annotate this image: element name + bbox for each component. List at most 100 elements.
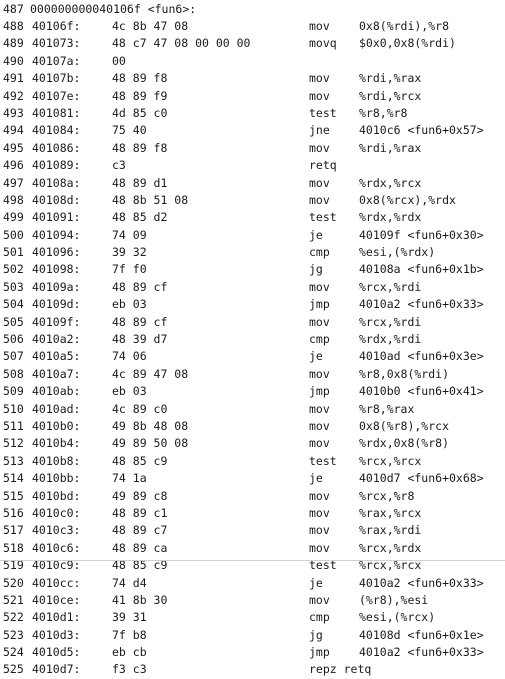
opcode-bytes: f3 c3 [112, 662, 147, 677]
address: 4010cc: [32, 575, 81, 590]
line-number: 512 [3, 436, 24, 451]
opcode-bytes: 4c 8b 47 08 [112, 19, 189, 33]
function-header: 487 000000000040106f <fun6>: [0, 0, 505, 18]
opcode-bytes: 48 89 f9 [112, 88, 168, 103]
mnemonic: je [309, 227, 323, 242]
opcode-bytes: eb 03 [112, 297, 147, 312]
address: 4010b8: [32, 453, 81, 468]
instruction-row: 493 401081: 4d 85 c0 test %r8,%r8 [0, 105, 505, 122]
instruction-row: 523 4010d3: 7f b8 jg 40108d <fun6+0x1e> [0, 627, 505, 644]
operands: 4010a2 <fun6+0x33> [359, 297, 484, 312]
opcode-bytes: 48 89 cf [112, 314, 168, 329]
operands: 0x8(%rdi),%r8 [359, 19, 450, 33]
line-number: 495 [3, 140, 24, 155]
instruction-row: 513 4010b8: 48 85 c9 test %rcx,%rcx [0, 453, 505, 470]
instruction-row: 524 4010d5: eb cb jmp 4010a2 <fun6+0x33> [0, 644, 505, 661]
opcode-bytes: 74 d4 [112, 575, 147, 590]
instruction-row: 522 4010d1: 39 31 cmp %esi,(%rcx) [0, 609, 505, 626]
line-number: 488 [3, 19, 24, 33]
line-number: 503 [3, 279, 24, 294]
line-number: 502 [3, 262, 24, 277]
operands: %r8,0x8(%rdi) [359, 366, 450, 381]
address: 401084: [32, 123, 81, 138]
function-label: 000000000040106f <fun6>: [30, 2, 197, 16]
address: 40107b: [32, 71, 81, 86]
operands: %rcx,%rcx [359, 453, 422, 468]
instruction-row: 491 40107b: 48 89 f8 mov %rdi,%rax [0, 70, 505, 87]
mnemonic: cmp [309, 245, 330, 260]
operands: %rdi,%rax [359, 71, 422, 86]
opcode-bytes: 48 85 d2 [112, 210, 168, 225]
opcode-bytes: 41 8b 30 [112, 592, 168, 607]
address: 4010c0: [32, 505, 81, 520]
opcode-bytes: 75 40 [112, 123, 147, 138]
operands: 4010ad <fun6+0x3e> [359, 349, 484, 364]
mnemonic: mov [309, 488, 330, 503]
address: 4010b4: [32, 436, 81, 451]
address: 4010c3: [32, 523, 81, 538]
address: 4010bd: [32, 488, 81, 503]
operands: %esi,(%rdx) [359, 245, 436, 260]
opcode-bytes: 48 89 f8 [112, 140, 168, 155]
mnemonic: test [309, 105, 337, 120]
address: 401091: [32, 210, 81, 225]
header-line-number: 487 [3, 2, 24, 16]
operands: %rdx,%rdx [359, 210, 422, 225]
mnemonic: repz retq [309, 662, 372, 677]
instruction-row: 511 4010b0: 49 8b 48 08 mov 0x8(%r8),%rcx [0, 418, 505, 435]
address: 401073: [32, 36, 81, 51]
line-number: 522 [3, 610, 24, 625]
line-number: 490 [3, 53, 24, 68]
address: 4010ce: [32, 592, 81, 607]
mnemonic: mov [309, 418, 330, 433]
opcode-bytes: eb cb [112, 645, 147, 660]
line-number: 489 [3, 36, 24, 51]
address: 4010ab: [32, 384, 81, 399]
operands: (%r8),%esi [359, 592, 429, 607]
instruction-row: 492 40107e: 48 89 f9 mov %rdi,%rcx [0, 88, 505, 105]
mnemonic: mov [309, 436, 330, 451]
opcode-bytes: 39 31 [112, 610, 147, 625]
line-number: 516 [3, 505, 24, 520]
opcode-bytes: 4c 89 47 08 [112, 366, 189, 381]
instruction-row: 515 4010bd: 49 89 c8 mov %rcx,%r8 [0, 488, 505, 505]
address: 4010d1: [32, 610, 81, 625]
operands: $0x0,0x8(%rdi) [359, 36, 456, 51]
address: 401098: [32, 262, 81, 277]
line-number: 525 [3, 662, 24, 677]
address: 401089: [32, 158, 81, 173]
opcode-bytes: 48 8b 51 08 [112, 192, 189, 207]
instruction-rows: 488 40106f: 4c 8b 47 08 mov 0x8(%rdi),%r8 489… [0, 18, 505, 679]
instruction-row: 518 4010c6: 48 89 ca mov %rcx,%rdx [0, 540, 505, 557]
line-number: 507 [3, 349, 24, 364]
instruction-row: 516 4010c0: 48 89 c1 mov %rax,%rcx [0, 505, 505, 522]
instruction-row: 517 4010c3: 48 89 c7 mov %rax,%rdi [0, 522, 505, 539]
address: 40106f: [32, 19, 81, 33]
opcode-bytes: 48 89 c7 [112, 523, 168, 538]
opcode-bytes: c3 [112, 158, 126, 173]
address: 40107a: [32, 53, 81, 68]
operands: %rax,%rcx [359, 505, 422, 520]
line-number: 497 [3, 175, 24, 190]
operands: 40109f <fun6+0x30> [359, 227, 484, 242]
instruction-row: 501 401096: 39 32 cmp %esi,(%rdx) [0, 244, 505, 261]
instruction-row: 489 401073: 48 c7 47 08 00 00 00 movq $0x0,0… [0, 35, 505, 52]
opcode-bytes: 48 89 ca [112, 540, 168, 555]
instruction-row: 510 4010ad: 4c 89 c0 mov %r8,%rax [0, 401, 505, 418]
mnemonic: mov [309, 175, 330, 190]
mnemonic: jmp [309, 297, 330, 312]
line-number: 499 [3, 210, 24, 225]
opcode-bytes: 48 39 d7 [112, 332, 168, 347]
instruction-row: 505 40109f: 48 89 cf mov %rcx,%rdi [0, 314, 505, 331]
mnemonic: je [309, 471, 323, 486]
opcode-bytes: 74 06 [112, 349, 147, 364]
opcode-bytes: 39 32 [112, 245, 147, 260]
operands: 4010c6 <fun6+0x57> [359, 123, 484, 138]
mnemonic: test [309, 453, 337, 468]
mnemonic: mov [309, 140, 330, 155]
line-number: 521 [3, 592, 24, 607]
address: 401081: [32, 105, 81, 120]
opcode-bytes: 7f f0 [112, 262, 147, 277]
mnemonic: mov [309, 71, 330, 86]
mnemonic: cmp [309, 610, 330, 625]
